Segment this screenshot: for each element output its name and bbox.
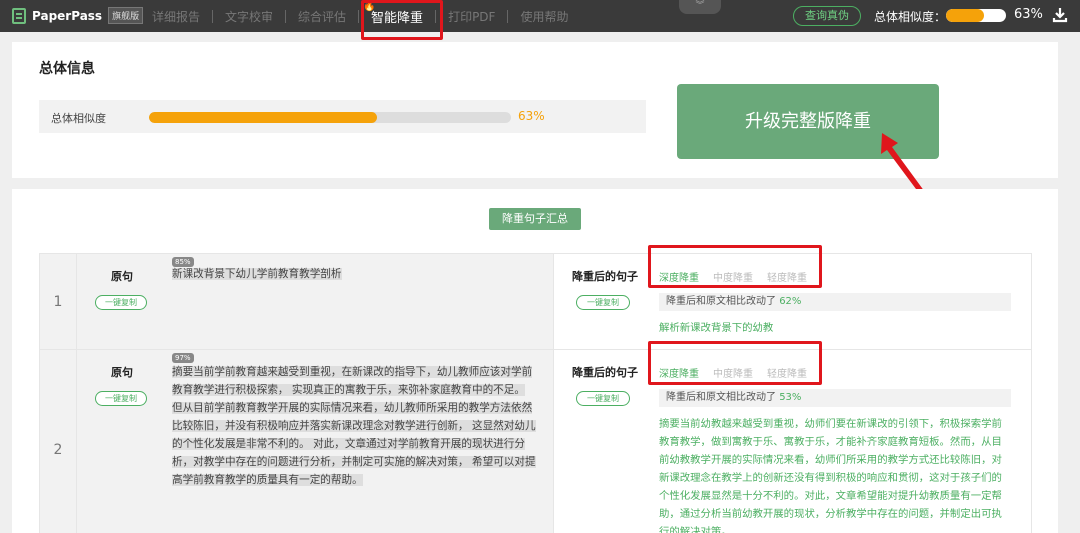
change-rate-prefix: 降重后和原文相比改动了: [666, 392, 780, 403]
overview-progress-bar: [149, 112, 511, 123]
similarity-label: 总体相似度：: [874, 10, 947, 24]
overview-title: 总体信息: [39, 61, 95, 77]
reduced-label: 降重后的句子: [572, 366, 638, 379]
original-text: 摘要当前学前教育越来越受到重视，在新课改的指导下，幼儿教师应该对学前教育教学进行…: [172, 363, 537, 489]
overview-similarity-label: 总体相似度: [51, 112, 106, 125]
top-nav-bar: PaperPass 旗舰版 详细报告 文字校审 综合评估 🔥 智能降重 打印PDF…: [0, 0, 1080, 32]
document-icon: [12, 7, 26, 24]
change-rate-bar: 降重后和原文相比改动了 53%: [659, 389, 1011, 407]
copy-original-button[interactable]: 一键复制: [95, 295, 147, 310]
copy-reduced-button[interactable]: 一键复制: [576, 295, 630, 310]
brand-logo[interactable]: PaperPass 旗舰版: [12, 7, 144, 24]
row-number: 2: [40, 350, 77, 533]
nav-detailed-report[interactable]: 详细报告: [140, 8, 212, 25]
similarity-percent: 63%: [1014, 7, 1043, 22]
brand-name: PaperPass: [32, 8, 103, 23]
similarity-progress-bar: [946, 9, 1006, 22]
sentence-summary-button[interactable]: 降重句子汇总: [489, 208, 581, 230]
download-icon[interactable]: [1052, 7, 1068, 23]
reduced-text: 摘要当前幼教越来越受到重视，幼师们要在新课改的引领下，积极探索学前教育教学，做到…: [659, 418, 1002, 533]
original-label: 原句: [111, 366, 133, 379]
highlight-box-nav: [361, 0, 443, 40]
overview-similarity-row: 总体相似度 63%: [39, 100, 646, 133]
highlight-box-tabs-row2: [648, 341, 822, 385]
edition-badge: 旗舰版: [108, 7, 144, 24]
table-row: 1 85% 原句 一键复制 新课改背景下幼儿学前教育教学剖析 降重后的句子 一键…: [40, 254, 1031, 350]
copy-original-button[interactable]: 一键复制: [95, 391, 147, 406]
original-text: 新课改背景下幼儿学前教育教学剖析: [172, 265, 537, 283]
highlight-box-tabs-row1: [648, 245, 822, 288]
original-label: 原句: [111, 270, 133, 283]
row-number: 1: [40, 254, 77, 349]
collapse-chevron-icon[interactable]: ︾: [679, 0, 721, 14]
change-rate-value: 53%: [779, 392, 802, 403]
nav-print-pdf[interactable]: 打印PDF: [436, 8, 507, 25]
nav-help[interactable]: 使用帮助: [508, 8, 580, 25]
original-text-highlight: 摘要当前学前教育越来越受到重视，在新课改的指导下，幼儿教师应该对学前教育教学进行…: [172, 366, 536, 486]
sentence-summary-panel: 降重句子汇总 1 85% 原句 一键复制 新课改背景下幼儿学前教育教学剖析 降重…: [12, 189, 1058, 533]
similarity-badge: 97%: [172, 353, 194, 363]
nav-overall-evaluation[interactable]: 综合评估: [286, 8, 358, 25]
reduced-text: 解析新课改背景下的幼教: [659, 322, 774, 334]
table-row: 2 97% 原句 一键复制 摘要当前学前教育越来越受到重视，在新课改的指导下，幼…: [40, 350, 1031, 533]
reduced-label: 降重后的句子: [572, 270, 638, 283]
copy-reduced-button[interactable]: 一键复制: [576, 391, 630, 406]
overview-progress-fill: [149, 112, 378, 123]
overview-similarity-percent: 63%: [518, 109, 545, 123]
original-sentence-cell: 85% 原句 一键复制 新课改背景下幼儿学前教育教学剖析: [77, 254, 554, 349]
verify-authenticity-button[interactable]: 查询真伪: [793, 6, 861, 26]
nav-text-review[interactable]: 文字校审: [213, 8, 285, 25]
change-rate-value: 62%: [779, 296, 802, 307]
similarity-progress-fill: [946, 9, 984, 22]
sentence-table: 1 85% 原句 一键复制 新课改背景下幼儿学前教育教学剖析 降重后的句子 一键…: [39, 253, 1032, 533]
change-rate-bar: 降重后和原文相比改动了 62%: [659, 293, 1011, 311]
original-sentence-cell: 97% 原句 一键复制 摘要当前学前教育越来越受到重视，在新课改的指导下，幼儿教…: [77, 350, 554, 533]
change-rate-prefix: 降重后和原文相比改动了: [666, 296, 780, 307]
original-text-highlight: 新课改背景下幼儿学前教育教学剖析: [172, 268, 342, 280]
